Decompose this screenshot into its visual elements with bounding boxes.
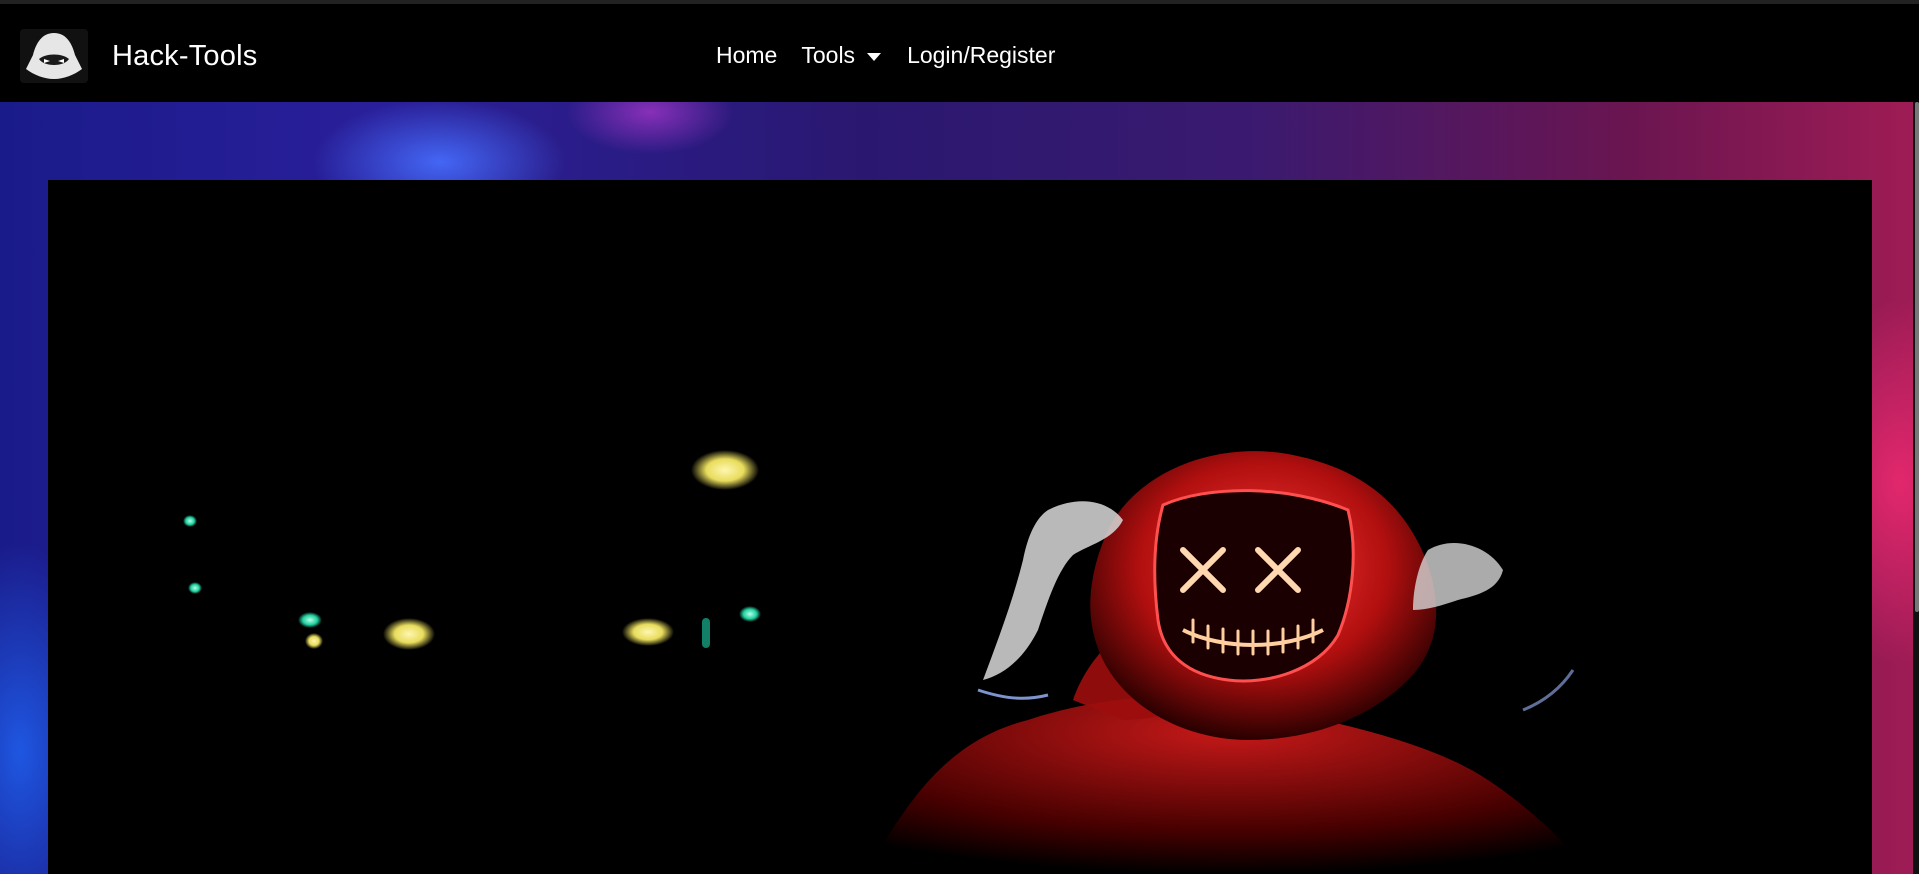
hacker-hood-icon <box>20 29 88 83</box>
vertical-scrollbar[interactable] <box>1913 102 1919 874</box>
scrollbar-thumb[interactable] <box>1915 102 1919 612</box>
main-nav: Home Tools Login/Register <box>716 42 1055 69</box>
brand-home-link[interactable]: Hack-Tools <box>20 28 257 84</box>
hero-image <box>48 180 1872 874</box>
brand-name: Hack-Tools <box>112 39 258 72</box>
nav-home[interactable]: Home <box>716 42 777 69</box>
nav-tools-dropdown[interactable]: Tools <box>801 42 882 69</box>
caret-down-icon <box>867 52 882 61</box>
nav-login-register[interactable]: Login/Register <box>907 42 1055 69</box>
nav-tools-label: Tools <box>801 42 856 68</box>
top-navbar: Hack-Tools Home Tools Login/Register <box>0 4 1919 102</box>
hooded-figure-with-neon-x-eyes-mask <box>183 450 1593 874</box>
